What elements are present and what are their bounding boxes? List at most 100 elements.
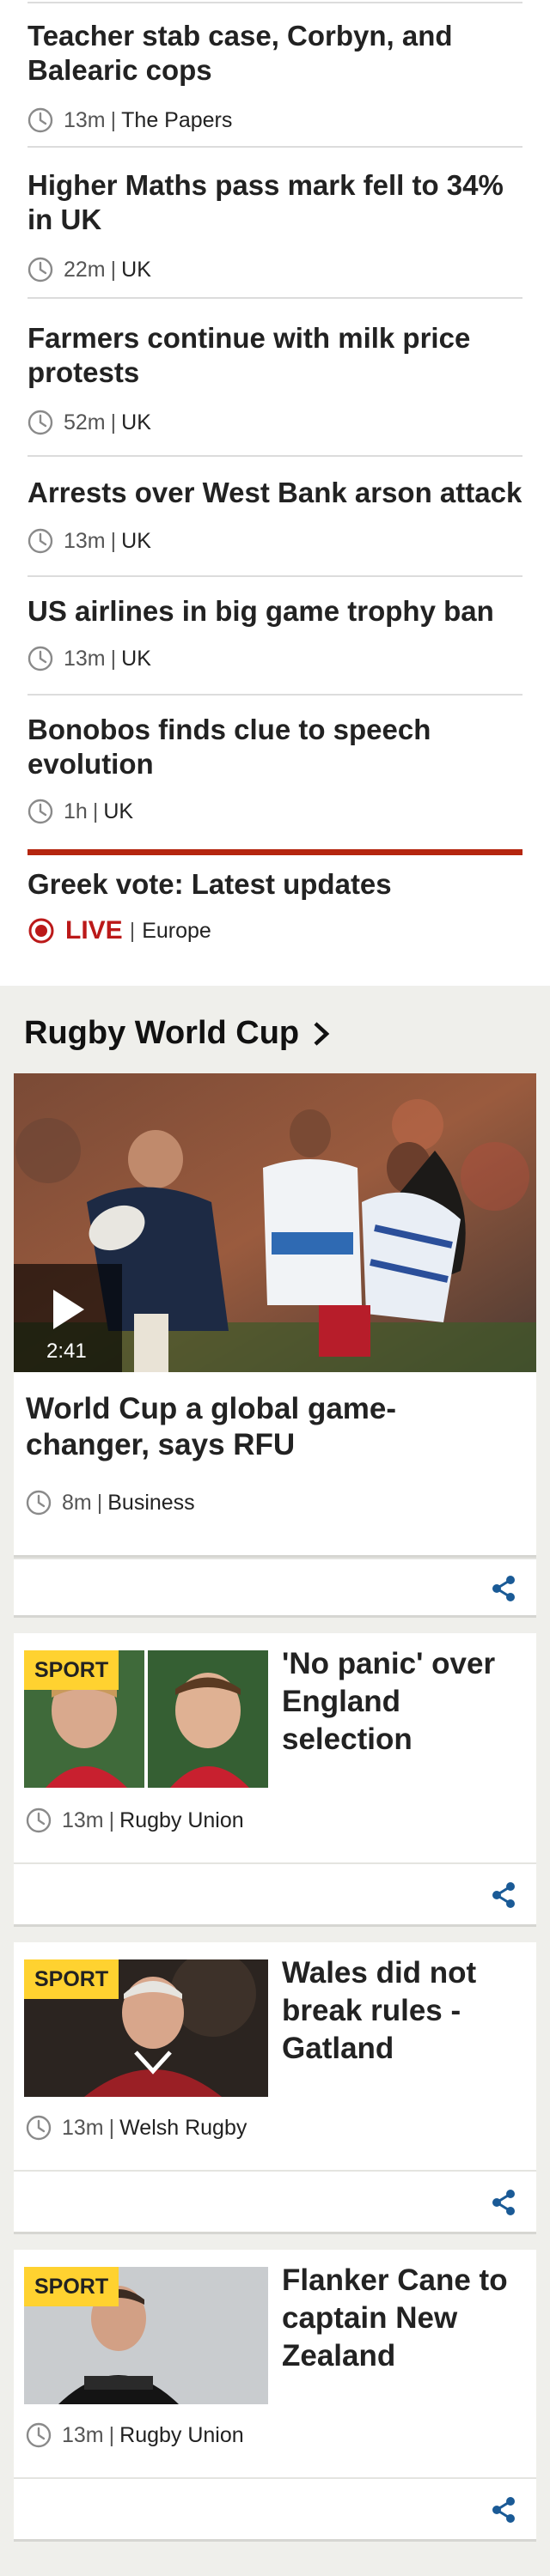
story-meta: 13m | The Papers (28, 107, 232, 133)
clock-icon (26, 2115, 52, 2141)
hero-video-thumbnail[interactable]: 2:41 (14, 1073, 536, 1372)
share-row (14, 2170, 536, 2232)
meta-separator: | (129, 918, 136, 943)
story-topic-link[interactable]: The Papers (121, 108, 232, 133)
meta-separator: | (110, 107, 117, 132)
story-headline[interactable]: Higher Maths pass mark fell to 34% in UK (28, 168, 522, 237)
story-thumbnail[interactable]: SPORT (24, 1959, 268, 2097)
divider (28, 2, 522, 3)
story-meta: 13m | UK (28, 646, 151, 671)
live-dot-icon (28, 918, 54, 944)
live-story-meta: LIVE | Europe (28, 916, 211, 945)
share-icon[interactable] (490, 1881, 517, 1909)
story-topic-link[interactable]: Welsh Rugby (119, 2116, 247, 2141)
story-topic-link[interactable]: UK (121, 410, 151, 435)
story-topic-link[interactable]: UK (103, 799, 133, 824)
story-topic-link[interactable]: UK (121, 647, 151, 671)
hero-meta: 8m | Business (26, 1490, 195, 1516)
story-time: 13m (62, 2115, 104, 2140)
story-thumbnail[interactable]: SPORT (24, 2267, 268, 2404)
story-headline[interactable]: Bonobos finds clue to speech evolution (28, 713, 457, 781)
clock-icon (28, 107, 53, 133)
meta-separator: | (96, 1490, 103, 1515)
clock-icon (26, 1490, 52, 1516)
hero-card: 2:41 World Cup a global game-changer, sa… (14, 1073, 536, 1558)
live-story-headline[interactable]: Greek vote: Latest updates (28, 867, 522, 902)
story-headline[interactable]: Farmers continue with milk price protest… (28, 321, 522, 390)
video-play-overlay[interactable]: 2:41 (14, 1264, 122, 1372)
share-icon[interactable] (490, 1575, 517, 1602)
share-row (14, 1862, 536, 1924)
story-headline[interactable]: US airlines in big game trophy ban (28, 594, 522, 629)
story-meta: 22m | UK (28, 257, 151, 283)
story-time: 13m (64, 646, 106, 671)
sport-badge: SPORT (24, 1959, 119, 1999)
story-topic-link[interactable]: UK (121, 258, 151, 283)
share-row (14, 2477, 536, 2539)
hero-headline[interactable]: World Cup a global game-changer, says RF… (26, 1391, 507, 1463)
clock-icon (28, 257, 53, 283)
story-item: Arrests over West Bank arson attack 13m … (28, 457, 522, 577)
live-divider (28, 849, 522, 855)
story-card: SPORT Wales did not break rules - Gatlan… (14, 1942, 536, 2234)
story-time: 22m (64, 257, 106, 282)
story-card: SPORT Flanker Cane to captain New Zealan… (14, 2250, 536, 2542)
story-topic-link[interactable]: Business (107, 1491, 194, 1516)
rugby-world-cup-section: Rugby World Cup 2:41 World Cup a global … (0, 986, 550, 2576)
top-stories-list: Teacher stab case, Corbyn, and Balearic … (0, 0, 550, 986)
meta-separator: | (108, 2422, 115, 2447)
story-time: 52m (64, 410, 106, 434)
story-time: 13m (62, 1807, 104, 1832)
hero-share-card (14, 1558, 536, 1618)
story-time: 13m (64, 107, 106, 132)
live-label: LIVE (65, 916, 123, 945)
story-meta: 13m | Rugby Union (26, 1807, 244, 1833)
sport-badge: SPORT (24, 1650, 119, 1690)
story-card: SPORT 'No panic' over England selection … (14, 1633, 536, 1927)
meta-separator: | (108, 2115, 115, 2140)
clock-icon (28, 799, 53, 824)
story-time: 13m (64, 528, 106, 553)
meta-separator: | (92, 799, 99, 823)
sport-badge: SPORT (24, 2267, 119, 2306)
meta-separator: | (110, 646, 117, 671)
share-icon[interactable] (490, 2189, 517, 2216)
story-item: Bonobos finds clue to speech evolution 1… (28, 696, 522, 843)
play-icon (53, 1290, 84, 1329)
video-duration: 2:41 (46, 1340, 87, 1363)
story-meta: 13m | Welsh Rugby (26, 2115, 247, 2141)
story-headline[interactable]: Arrests over West Bank arson attack (28, 476, 522, 510)
story-headline[interactable]: Wales did not break rules - Gatland (282, 1954, 531, 2068)
story-item: Teacher stab case, Corbyn, and Balearic … (28, 19, 522, 148)
story-meta: 13m | Rugby Union (26, 2422, 244, 2448)
clock-icon (26, 2422, 52, 2448)
story-time: 8m (62, 1490, 92, 1515)
clock-icon (26, 1807, 52, 1833)
clock-icon (28, 528, 53, 554)
meta-separator: | (110, 528, 117, 553)
story-headline[interactable]: Teacher stab case, Corbyn, and Balearic … (28, 19, 522, 88)
story-thumbnail[interactable]: SPORT (24, 1650, 268, 1788)
section-title: Rugby World Cup (24, 1015, 300, 1051)
story-topic-link[interactable]: UK (121, 529, 151, 554)
meta-separator: | (110, 257, 117, 282)
live-story-topic-link[interactable]: Europe (142, 919, 211, 944)
meta-separator: | (108, 1807, 115, 1832)
story-time: 13m (62, 2422, 104, 2447)
story-item: Farmers continue with milk price protest… (28, 299, 522, 457)
section-title-link[interactable]: Rugby World Cup (24, 1015, 332, 1052)
clock-icon (28, 646, 53, 671)
story-headline[interactable]: Flanker Cane to captain New Zealand (282, 2262, 531, 2375)
meta-separator: | (110, 410, 117, 434)
story-topic-link[interactable]: Rugby Union (119, 2423, 244, 2448)
story-meta: 13m | UK (28, 528, 151, 554)
story-meta: 52m | UK (28, 410, 151, 435)
live-story-item: Greek vote: Latest updates LIVE | Europe (28, 867, 522, 945)
story-meta: 1h | UK (28, 799, 133, 824)
story-topic-link[interactable]: Rugby Union (119, 1808, 244, 1833)
story-headline[interactable]: 'No panic' over England selection (282, 1645, 531, 1759)
story-item: Higher Maths pass mark fell to 34% in UK… (28, 148, 522, 299)
chevron-right-icon (314, 1021, 330, 1046)
story-item: US airlines in big game trophy ban 13m |… (28, 577, 522, 696)
share-icon[interactable] (490, 2496, 517, 2524)
